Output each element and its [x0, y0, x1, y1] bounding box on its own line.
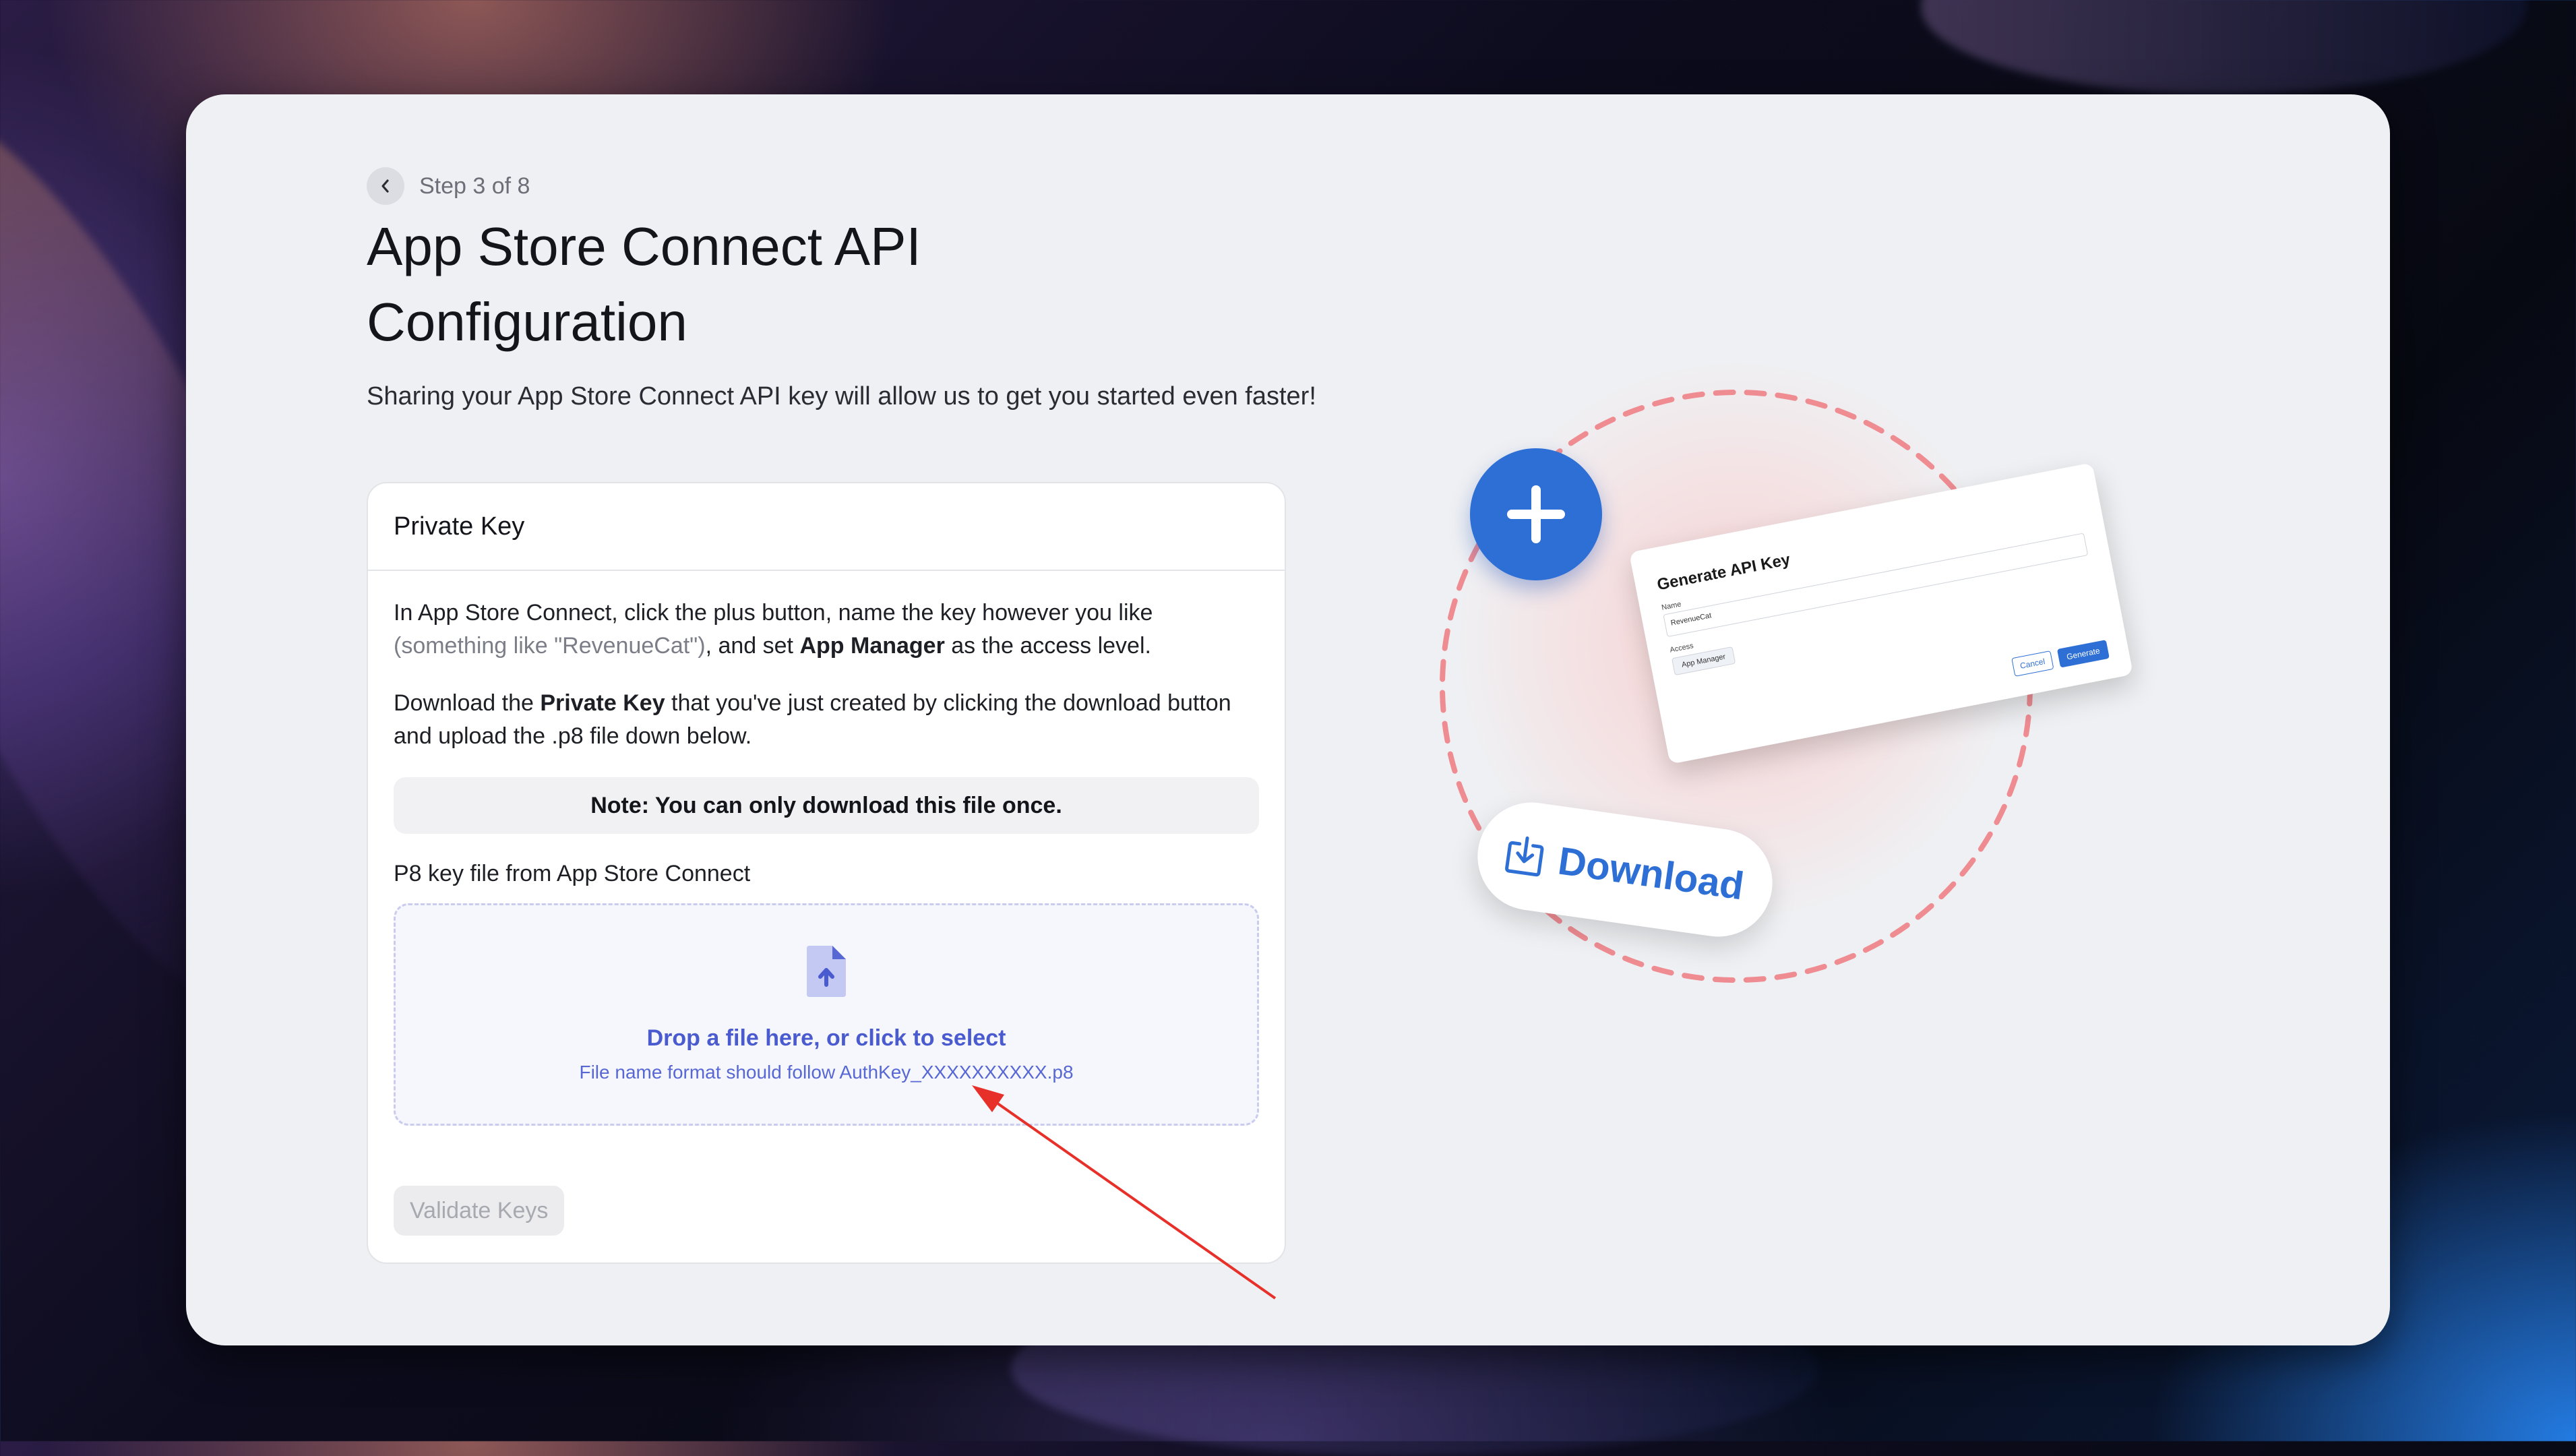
step-text: Step 3 of 8	[419, 173, 530, 199]
para1-text-a: In App Store Connect, click the plus but…	[394, 600, 1153, 626]
dialog-cancel-button: Cancel	[2011, 650, 2054, 677]
download-label: Download	[1555, 838, 1747, 908]
para1-text-b: , and set	[705, 633, 800, 659]
private-key-panel: Private Key In App Store Connect, click …	[367, 482, 1286, 1264]
chevron-left-icon	[381, 179, 389, 193]
plus-button	[1470, 448, 1602, 580]
para1-text-c: as the access level.	[944, 633, 1151, 659]
back-button[interactable]	[367, 167, 404, 205]
step-indicator: Step 3 of 8	[367, 167, 530, 205]
instructions-paragraph-1: In App Store Connect, click the plus but…	[394, 597, 1259, 663]
setup-card: Step 3 of 8 App Store Connect API Config…	[186, 94, 2390, 1345]
dialog-generate-button: Generate	[2056, 640, 2110, 668]
download-once-note: Note: You can only download this file on…	[394, 777, 1259, 834]
panel-title: Private Key	[368, 483, 1285, 571]
para2-text-a: Download the	[394, 690, 541, 716]
dialog-name-input: RevenueCat	[1663, 533, 2089, 638]
file-upload-icon	[807, 946, 846, 997]
para2-bold: Private Key	[540, 690, 665, 716]
download-button-illustration: Download	[1471, 795, 1779, 944]
para1-bold: App Manager	[799, 633, 945, 659]
generate-api-key-dialog: Generate API Key Name RevenueCat Access …	[1628, 462, 2134, 764]
dropzone-label: Drop a file here, or click to select	[646, 1025, 1006, 1051]
dialog-access-label: Access	[1669, 642, 1694, 655]
dialog-title: Generate API Key	[1655, 550, 1792, 595]
p8-field-label: P8 key file from App Store Connect	[394, 861, 751, 886]
dialog-name-label: Name	[1661, 600, 1682, 612]
page-subtitle: Sharing your App Store Connect API key w…	[367, 382, 1316, 411]
dropzone-hint: File name format should follow AuthKey_X…	[579, 1062, 1074, 1083]
dialog-access-chip: App Manager	[1671, 646, 1736, 676]
instructions-paragraph-2: Download the Private Key that you've jus…	[394, 687, 1259, 753]
download-icon	[1505, 836, 1544, 877]
plus-icon	[1507, 485, 1565, 543]
file-dropzone[interactable]: Drop a file here, or click to select Fil…	[394, 903, 1259, 1126]
page-title: App Store Connect API Configuration	[367, 216, 921, 352]
para1-muted: (something like "RevenueCat")	[394, 633, 706, 659]
validate-keys-button[interactable]: Validate Keys	[394, 1186, 565, 1236]
